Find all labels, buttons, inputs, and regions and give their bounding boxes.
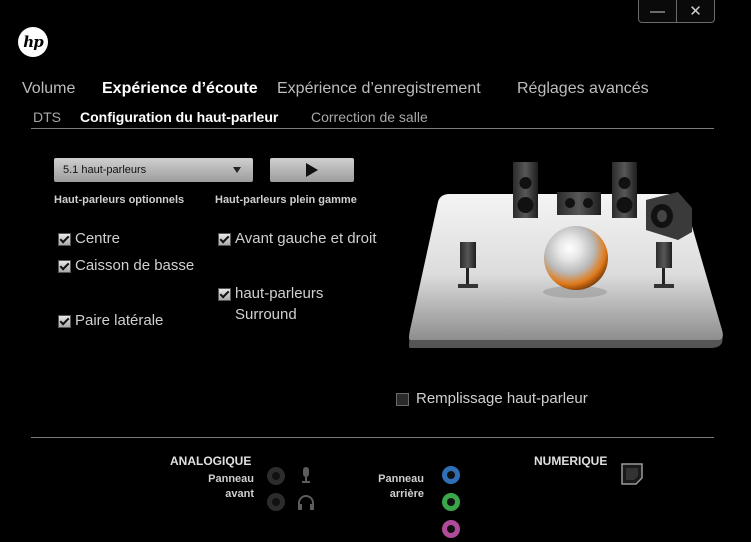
front-panel-label-line1: Panneau xyxy=(208,473,254,485)
checkbox-surround[interactable]: haut-parleurs Surround xyxy=(218,285,323,325)
analog-title: ANALOGIQUE xyxy=(170,454,252,468)
optional-speakers-heading: Haut-parleurs optionnels xyxy=(54,194,185,206)
checkbox-box[interactable] xyxy=(396,393,409,406)
headphones-icon xyxy=(298,495,314,510)
checkbox-label: Remplissage haut-parleur xyxy=(416,390,588,407)
checkbox-side-pair[interactable]: Paire latérale xyxy=(58,312,163,329)
chevron-down-icon xyxy=(233,167,241,173)
checkbox-subwoofer[interactable]: Caisson de basse xyxy=(58,257,194,274)
checkbox-label-line1: haut-parleurs xyxy=(235,285,324,302)
checkbox-centre[interactable]: Centre xyxy=(58,230,120,247)
close-button[interactable]: ✕ xyxy=(676,0,714,22)
checkbox-box[interactable] xyxy=(58,233,71,246)
window-controls: — ✕ xyxy=(638,0,715,23)
tab-divider xyxy=(31,128,714,129)
rear-mic-jack[interactable] xyxy=(442,520,460,538)
front-headphone-jack[interactable] xyxy=(267,493,285,511)
rear-panel-label-line2: arrière xyxy=(389,488,424,500)
checkbox-box[interactable] xyxy=(58,260,71,273)
tab-experience-enregistrement[interactable]: Expérience d’enregistrement xyxy=(277,80,481,98)
checkbox-box[interactable] xyxy=(58,315,71,328)
subtab-room-correction[interactable]: Correction de salle xyxy=(311,109,428,125)
rear-panel-label: Panneau arrière xyxy=(356,472,424,502)
checkbox-front-lr[interactable]: Avant gauche et droit xyxy=(218,230,377,247)
checkbox-label: Paire latérale xyxy=(75,312,164,329)
rear-panel-label-line1: Panneau xyxy=(378,473,424,485)
digital-title: NUMERIQUE xyxy=(534,454,608,468)
spdif-port-icon[interactable] xyxy=(620,462,644,486)
speaker-config-select[interactable]: 5.1 haut-parleurs xyxy=(54,158,253,182)
fullrange-speakers-heading: Haut-parleurs plein gamme xyxy=(215,194,357,206)
checkbox-label: Centre xyxy=(75,230,121,247)
subtab-speaker-config[interactable]: Configuration du haut-parleur xyxy=(80,109,278,125)
tab-experience-ecoute[interactable]: Expérience d’écoute xyxy=(102,80,258,98)
rear-line-out-jack[interactable] xyxy=(442,493,460,511)
subtab-dts[interactable]: DTS xyxy=(33,109,61,125)
side-left-speaker-icon xyxy=(460,242,476,268)
checkbox-label: Avant gauche et droit xyxy=(235,230,377,247)
front-panel-label: Panneau avant xyxy=(186,472,254,502)
listener-sphere-icon xyxy=(544,226,608,290)
hp-logo-text: hp xyxy=(23,33,43,51)
tab-reglages-avances[interactable]: Réglages avancés xyxy=(517,80,649,98)
checkbox-speaker-fill[interactable]: Remplissage haut-parleur xyxy=(396,390,588,407)
rear-line-in-jack[interactable] xyxy=(442,466,460,484)
checkbox-label: Caisson de basse xyxy=(75,257,195,274)
front-panel-label-line2: avant xyxy=(225,488,254,500)
speaker-stage-illustration xyxy=(409,162,723,348)
checkbox-label: haut-parleurs Surround xyxy=(235,283,323,325)
front-mic-jack[interactable] xyxy=(267,467,285,485)
speaker-config-value: 5.1 haut-parleurs xyxy=(63,164,147,176)
checkbox-box[interactable] xyxy=(218,288,231,301)
play-test-button[interactable] xyxy=(270,158,354,182)
checkbox-label-line2: Surround xyxy=(235,306,297,323)
tab-volume[interactable]: Volume xyxy=(22,80,75,98)
microphone-icon xyxy=(302,467,310,483)
center-speaker-icon xyxy=(557,192,601,215)
bottom-divider xyxy=(31,437,714,438)
minimize-button[interactable]: — xyxy=(639,0,676,22)
checkbox-box[interactable] xyxy=(218,233,231,246)
hp-logo: hp xyxy=(18,27,48,57)
play-icon xyxy=(306,163,318,177)
side-right-speaker-icon xyxy=(656,242,672,268)
